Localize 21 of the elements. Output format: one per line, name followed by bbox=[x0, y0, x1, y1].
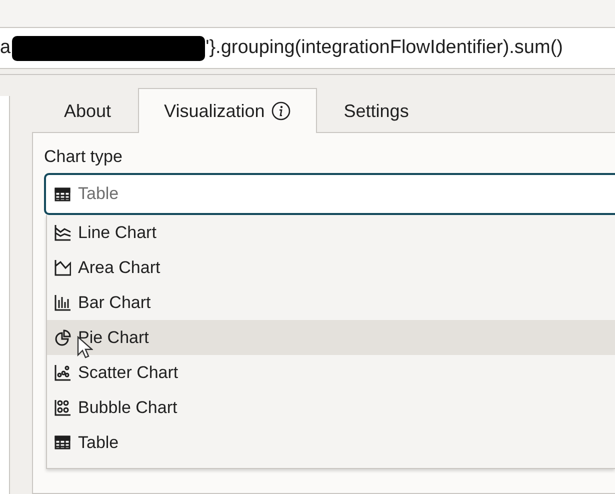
tab[interactable]: Settings bbox=[316, 88, 436, 133]
line-chart-icon bbox=[54, 224, 71, 241]
table-icon bbox=[54, 434, 71, 451]
bubble-chart-icon bbox=[54, 399, 71, 416]
table-icon bbox=[54, 186, 71, 202]
query-field[interactable]: a '}.grouping(integrationFlowIdentifier).sum() bbox=[0, 27, 615, 69]
bar-chart-icon bbox=[54, 294, 71, 311]
menu-item[interactable]: Line Chart bbox=[47, 215, 615, 250]
menu-item[interactable]: Bubble Chart bbox=[47, 390, 615, 425]
menu-item[interactable]: Scatter Chart bbox=[47, 355, 615, 390]
pie-chart-icon bbox=[54, 329, 71, 346]
chart-type-select[interactable]: Table bbox=[44, 173, 615, 215]
info-icon[interactable] bbox=[270, 101, 291, 121]
tab[interactable]: Visualization bbox=[138, 88, 317, 133]
field-label: Chart type bbox=[44, 147, 124, 167]
scatter-chart-icon bbox=[54, 364, 71, 381]
menu-item[interactable]: Area Chart bbox=[47, 250, 615, 285]
tab[interactable]: About bbox=[37, 88, 138, 133]
menu-item[interactable]: Bar Chart bbox=[47, 285, 615, 320]
menu-item[interactable]: Table bbox=[47, 425, 615, 460]
area-chart-icon bbox=[54, 259, 71, 276]
